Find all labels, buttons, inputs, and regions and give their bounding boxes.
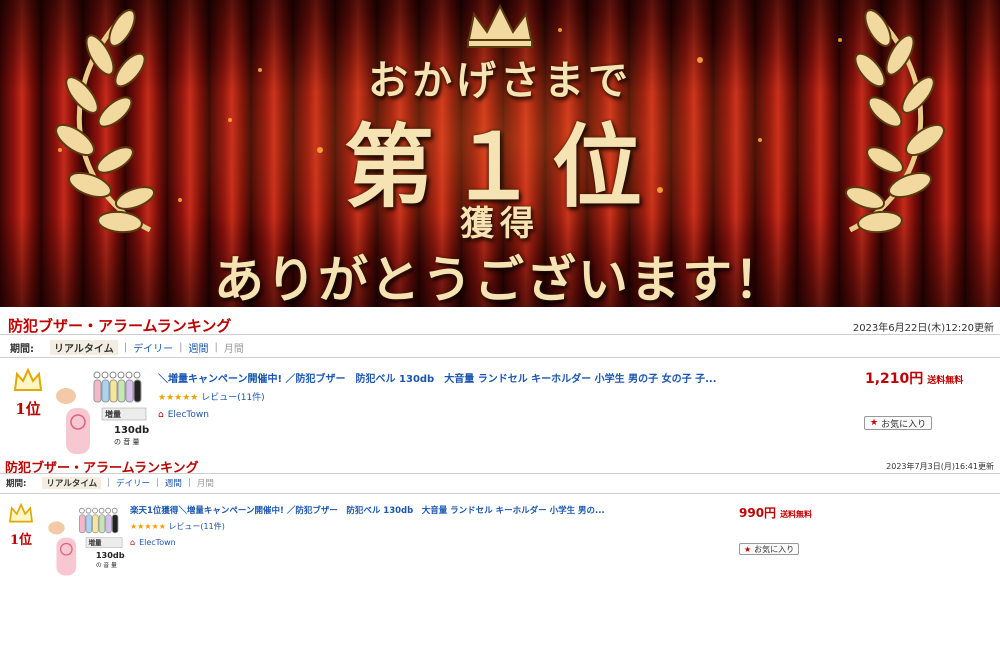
ranking-updated: 2023年6月22日(木)12:20更新 [852,323,994,334]
period-label: 期間: [10,343,34,355]
thumb-volume: の 音 量 [96,561,117,569]
crown-icon [13,367,43,391]
product-thumbnail[interactable]: 増量 130db の 音 量 [52,368,152,456]
thumb-volume: の 音 量 [114,437,139,446]
ranking-panel: 防犯ブザー・アラームランキング 2023年7月3日(月)16:41更新 期間: … [0,457,1000,592]
thumb-badge: 増量 [105,409,121,419]
period-tabs: 期間: リアルタイム | デイリー | 週間 | 月間 [10,339,244,355]
divider [0,473,1000,474]
shop-link[interactable]: ⌂ ElecTown [158,410,209,420]
review-row[interactable]: ★★★★★ レビュー(11件) [158,390,265,403]
tab-monthly[interactable]: 月間 [197,477,214,489]
shop-name[interactable]: ElecTown [168,410,209,420]
tab-realtime[interactable]: リアルタイム [42,477,102,489]
star-icon: ★ [744,544,752,554]
award-banner: おかげさまで 第１位 獲得 ありがとうございます！ [0,0,1000,307]
product-title-link[interactable]: ＼増量キャンペーン開催中! ／防犯ブザー 防犯ベル 130db 大音量 ランドセ… [158,370,718,385]
product-thumbnail[interactable]: 増量 130db の 音 量 [45,503,127,579]
ranking-panel: 防犯ブザー・アラームランキング 2023年6月22日(木)12:20更新 期間:… [0,310,1000,458]
review-link[interactable]: レビュー(11件) [201,393,264,403]
rank-badge: 1位 [10,367,46,419]
tab-daily[interactable]: デイリー [133,340,173,355]
crown-icon [9,502,33,523]
review-link[interactable]: レビュー(11件) [168,522,224,531]
period-tabs: 期間: リアルタイム | デイリー | 週間 | 月間 [6,477,214,489]
favorite-button[interactable]: ★ お気に入り [864,416,933,430]
tab-daily[interactable]: デイリー [116,477,150,489]
price-block: 990円 送料無料 [739,502,812,521]
thumb-db: 130db [96,550,125,560]
rank-badge: 1位 [6,502,36,548]
crown-icon [466,3,534,48]
rank-number: 1位 [15,400,41,418]
star-icon: ★ [870,418,879,428]
review-row[interactable]: ★★★★★ レビュー(11件) [130,521,225,532]
rating-stars: ★★★★★ [158,393,199,403]
divider [0,334,1000,335]
home-icon: ⌂ [158,410,164,420]
product-title-link[interactable]: 楽天1位獲得＼増量キャンペーン開催中! ／防犯ブザー 防犯ベル 130db 大音… [130,504,610,516]
price-block: 1,210円 送料無料 [865,368,963,388]
shop-link[interactable]: ⌂ ElecTown [130,538,176,547]
banner-line-acquired: 獲得 [460,204,540,244]
period-label: 期間: [6,479,27,489]
ranking-updated: 2023年7月3日(月)16:41更新 [886,462,994,471]
divider [0,493,1000,494]
ranking-title[interactable]: 防犯ブザー・アラームランキング [8,315,231,336]
favorite-label: お気に入り [881,419,927,430]
shipping-label: 送料無料 [927,376,964,386]
tab-realtime[interactable]: リアルタイム [50,339,118,355]
thumb-db: 130db [114,425,149,436]
rating-stars: ★★★★★ [130,522,166,531]
rank-number: 1位 [9,533,33,548]
divider [0,357,1000,358]
tab-weekly[interactable]: 週間 [165,477,182,489]
home-icon: ⌂ [130,538,136,547]
price-amount: 1,210円 [865,371,924,387]
shop-name[interactable]: ElecTown [139,538,176,547]
banner-line-thank-you: ありがとうございます！ [214,250,786,307]
favorite-label: お気に入り [754,544,795,554]
tab-weekly[interactable]: 週間 [188,340,208,355]
shipping-label: 送料無料 [780,510,813,519]
thumb-badge: 増量 [88,538,102,547]
favorite-button[interactable]: ★ お気に入り [739,543,800,555]
tab-monthly[interactable]: 月間 [224,340,244,355]
price-amount: 990円 [739,506,777,520]
